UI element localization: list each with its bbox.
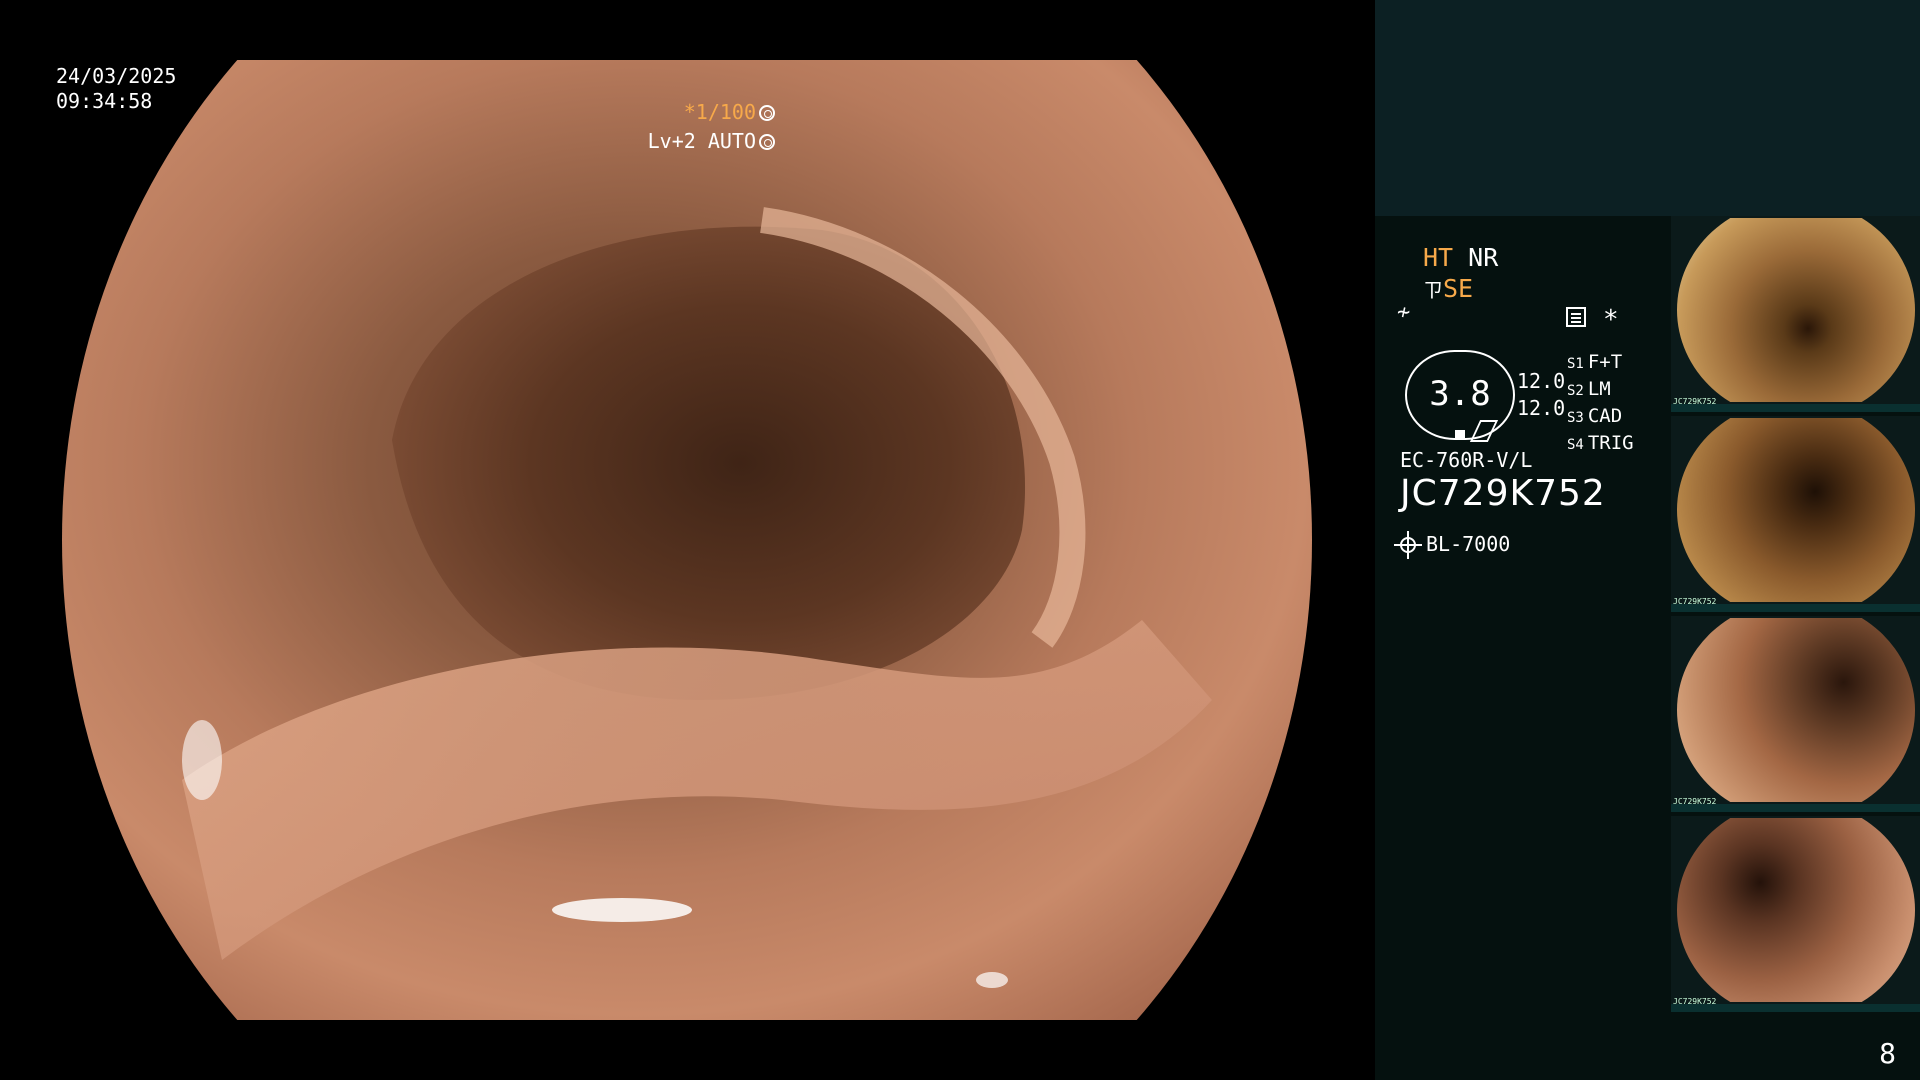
gauge-dot <box>1455 430 1465 438</box>
structure-icon: ㄗ <box>1423 278 1443 302</box>
function-item: S4 TRIG <box>1567 432 1634 454</box>
colon-lumen-illustration <box>182 207 1212 988</box>
exposure-overlay: *1/100 Lv+2 AUTO <box>648 98 775 156</box>
scope-model: EC-760R-V/L <box>1400 448 1533 472</box>
gain-settings: 12.0 12.0 <box>1517 368 1565 422</box>
flag-nr: NR <box>1468 243 1499 272</box>
thumbnail-image <box>1677 618 1915 802</box>
function-item: S1 F+T <box>1567 351 1623 373</box>
gauge-indicator-icon <box>1469 420 1499 442</box>
scope-function-list: S1 F+T S2 LM S3 CAD S4 TRIG <box>1567 350 1634 458</box>
thumbnail-bar <box>1671 604 1920 612</box>
function-item: S2 LM <box>1567 378 1611 400</box>
endoscope-view: 24/03/2025 09:34:58 *1/100 Lv+2 AUTO <box>0 0 1375 1080</box>
date-time-overlay: 24/03/2025 09:34:58 <box>56 64 176 114</box>
setting-2: 12.0 <box>1517 396 1566 420</box>
memo-icon <box>1566 307 1586 327</box>
scope-serial: JC729K752 <box>1400 473 1606 514</box>
shutter-icon <box>759 105 775 121</box>
light-bulb-icon <box>1394 531 1422 559</box>
thumbnail[interactable]: JC729K752 <box>1671 216 1920 412</box>
thumbnail[interactable]: JC729K752 <box>1671 416 1920 612</box>
image-mode-flags: HT NR ㄗSE <box>1423 242 1498 306</box>
zoom-gauge: 3.8 <box>1405 350 1515 442</box>
thumbnail-image <box>1677 818 1915 1002</box>
flag-ht: HT <box>1423 243 1454 272</box>
thumbnail[interactable]: JC729K752 <box>1671 816 1920 1012</box>
zoom-ratio: *1/100 <box>683 100 756 124</box>
panel-header-block <box>1375 0 1920 216</box>
endoscopic-image <box>62 60 1312 1020</box>
flag-se: SE <box>1443 274 1474 303</box>
thumbnail-bar <box>1671 404 1920 412</box>
thumbnail-bar <box>1671 804 1920 812</box>
thumbnail-image <box>1677 418 1915 602</box>
capture-thumbnails: JC729K752 JC729K752 JC729K752 JC729K752 <box>1671 216 1920 1016</box>
date-text: 24/03/2025 <box>56 64 177 88</box>
page-number: 8 <box>1879 1037 1896 1070</box>
time-text: 09:34:58 <box>56 89 153 113</box>
function-item: S3 CAD <box>1567 405 1623 427</box>
gauge-value: 3.8 <box>1429 374 1491 414</box>
thumbnail-image <box>1677 218 1915 402</box>
thumbnail[interactable]: JC729K752 <box>1671 616 1920 812</box>
level-mode: Lv+2 AUTO <box>647 129 756 153</box>
auto-iris-icon <box>759 134 775 150</box>
thumbnail-bar <box>1671 1004 1920 1012</box>
asterisk-marker: * <box>1603 305 1619 335</box>
edge-enhance-icon: ≁ <box>1397 300 1411 325</box>
setting-1: 12.0 <box>1517 369 1566 393</box>
light-source-label: BL-7000 <box>1426 532 1511 556</box>
light-source: BL-7000 <box>1394 531 1511 559</box>
